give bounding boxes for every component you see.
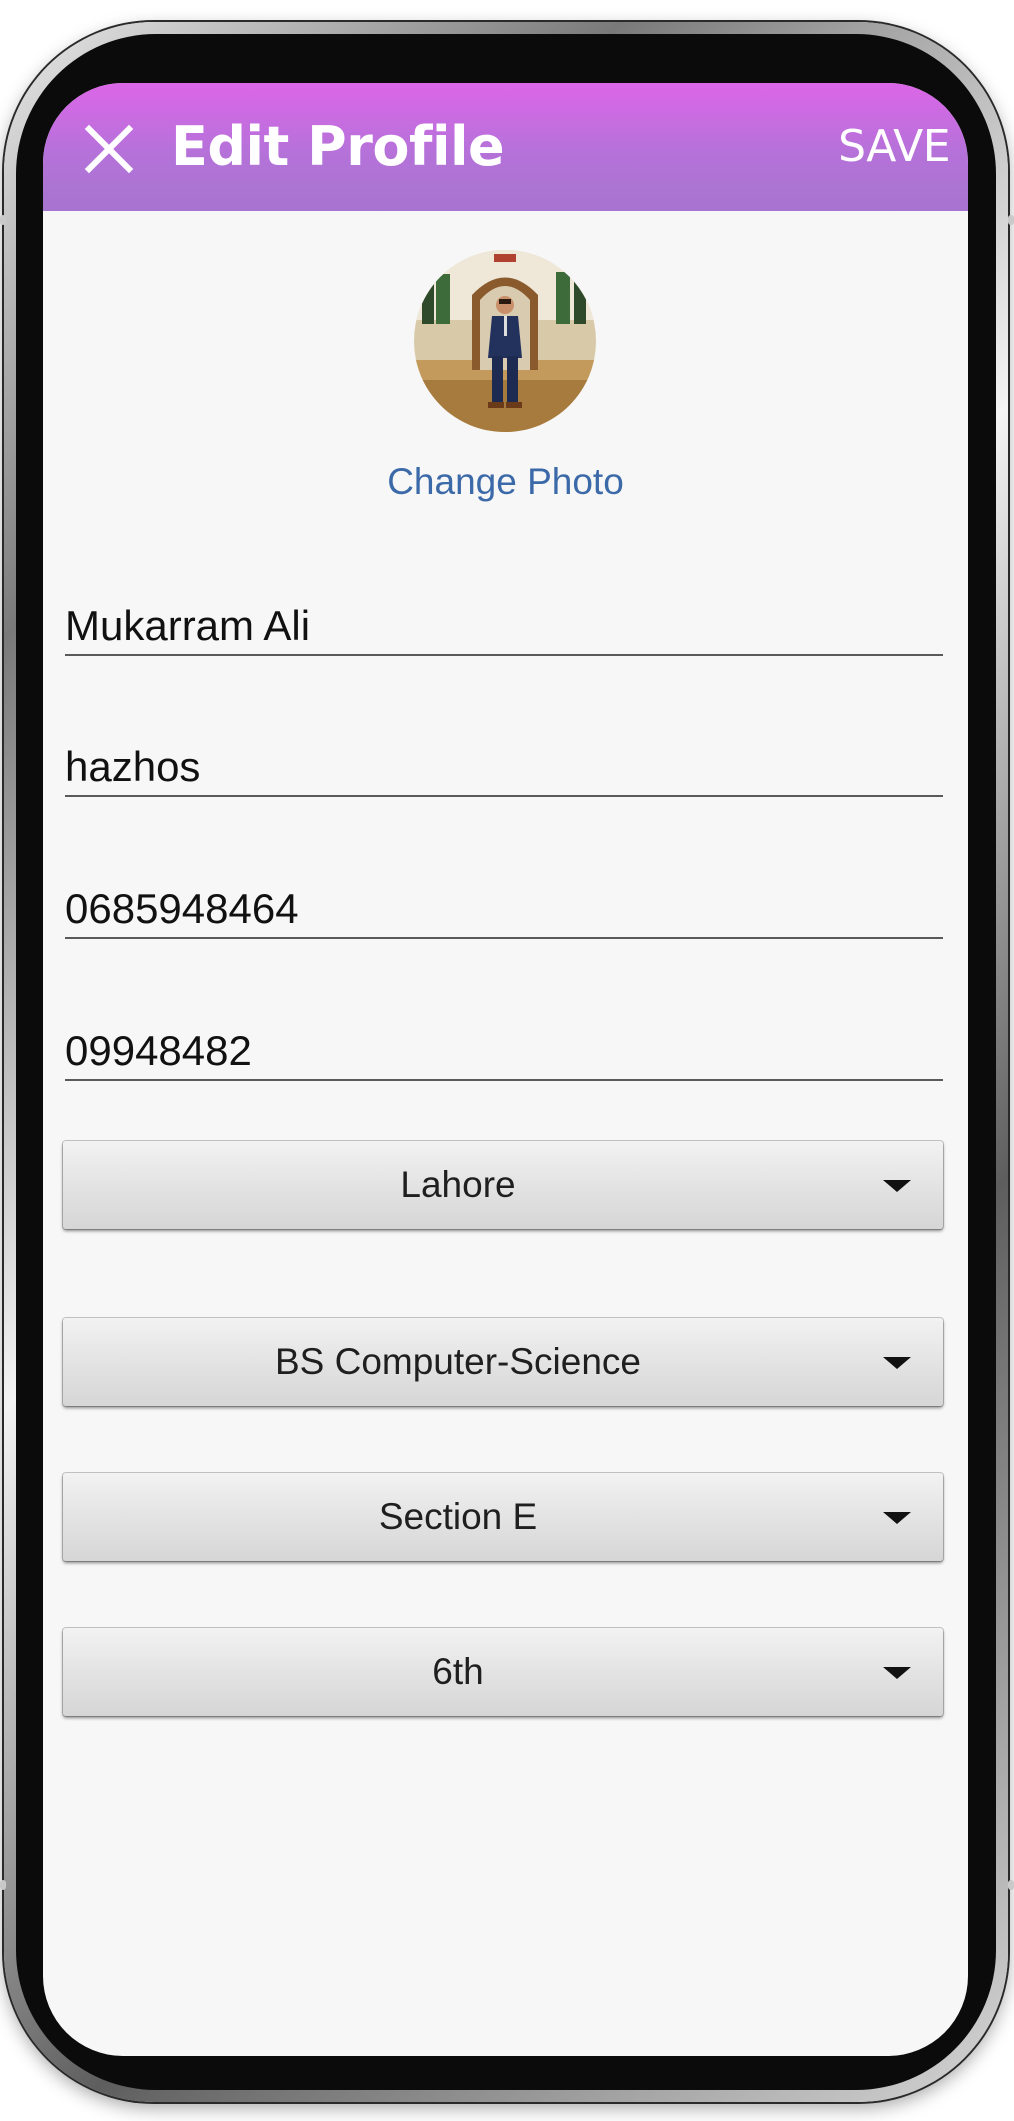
dropdown-arrow-icon [883,1512,911,1524]
change-photo-link[interactable]: Change Photo [43,461,968,503]
username-field [65,729,943,797]
name-input[interactable] [65,602,943,650]
program-dropdown-value: BS Computer-Science [274,1341,642,1382]
side-button [1008,1880,1014,1890]
app-bar: Edit Profile SAVE [43,83,968,211]
avatar[interactable] [414,250,596,432]
dropdown-arrow-icon [883,1667,911,1679]
close-icon [84,124,134,174]
roll-number-field [65,1013,943,1081]
side-button [1008,215,1014,225]
semester-dropdown[interactable]: 6th [63,1628,943,1716]
phone-input[interactable] [65,885,943,933]
save-button[interactable]: SAVE [838,121,950,172]
section-dropdown-value: Section E [378,1496,538,1537]
dropdown-arrow-icon [883,1357,911,1369]
roll-number-input[interactable] [65,1027,943,1075]
avatar-photo-icon [414,250,596,432]
app-screen: Edit Profile SAVE Change Photo Mukarram … [43,83,968,2056]
section-dropdown[interactable]: Section E [63,1473,943,1561]
program-dropdown[interactable]: BS Computer-Science [63,1318,943,1406]
page-title: Edit Profile [171,115,505,178]
close-button[interactable] [83,123,135,175]
city-dropdown[interactable]: Lahore [63,1141,943,1229]
phone-field [65,871,943,939]
side-button [0,215,6,225]
username-input[interactable] [65,743,943,791]
name-field [65,588,943,656]
side-button [0,1880,6,1890]
semester-dropdown-value: 6th [432,1651,484,1692]
dropdown-arrow-icon [883,1180,911,1192]
city-dropdown-value: Lahore [400,1164,516,1205]
